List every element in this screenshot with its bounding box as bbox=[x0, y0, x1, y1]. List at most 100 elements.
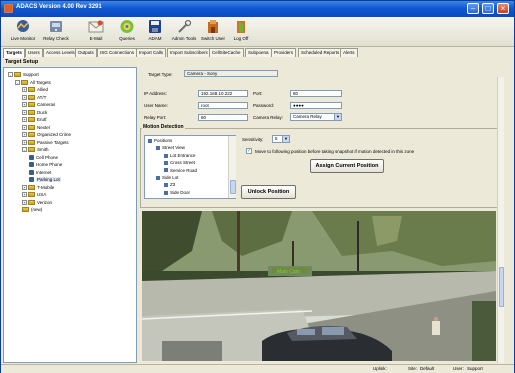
tree-node[interactable]: + Erutf bbox=[22, 116, 47, 123]
user-status-value: Support bbox=[467, 366, 483, 371]
collapse-icon[interactable]: - bbox=[15, 79, 20, 85]
port-label: Port: bbox=[253, 91, 263, 96]
tree-node-label: Parking Lot bbox=[36, 177, 61, 182]
folder-icon bbox=[28, 147, 35, 153]
expand-icon[interactable]: + bbox=[22, 132, 27, 138]
tree-node[interactable]: + Allied bbox=[22, 86, 48, 93]
tree-node[interactable]: Home Phone bbox=[29, 161, 62, 168]
tree-node[interactable]: Cell Phone bbox=[29, 154, 58, 161]
folder-icon bbox=[28, 102, 35, 108]
folder-icon bbox=[28, 139, 35, 145]
tree-node[interactable]: + Organized Crime bbox=[22, 131, 71, 138]
tree-node[interactable]: Internet bbox=[29, 169, 51, 176]
camera-snapshot-image: Main Cam bbox=[142, 211, 496, 361]
tree-node-label: Duck bbox=[37, 109, 48, 115]
relay-check-button[interactable]: Relay Check bbox=[38, 19, 74, 46]
live-monitor-icon bbox=[17, 20, 29, 32]
tab-alerts[interactable]: Alerts bbox=[340, 48, 358, 57]
expand-icon[interactable]: + bbox=[22, 109, 27, 115]
positions-scrollbar[interactable] bbox=[228, 136, 236, 198]
chevron-down-icon[interactable]: ▼ bbox=[334, 114, 341, 120]
tree-node[interactable]: + USA bbox=[22, 191, 46, 198]
sensitivity-select[interactable]: 5 ▼ bbox=[272, 135, 290, 143]
tree-node[interactable]: - All Targets bbox=[15, 79, 51, 86]
camera-relay-select[interactable]: Camera Relay ▼ bbox=[290, 113, 342, 121]
minimize-button[interactable]: – bbox=[467, 3, 479, 14]
tree-node[interactable]: Parking Lot bbox=[29, 176, 61, 183]
tree-node-label: Passive Targets bbox=[37, 139, 69, 145]
tab-outputs[interactable]: Outputs bbox=[75, 48, 97, 57]
assign-position-button[interactable]: Assign Current Position bbox=[310, 159, 384, 173]
position-node[interactable]: Positions bbox=[148, 138, 172, 143]
position-node[interactable]: Street View bbox=[156, 145, 185, 150]
folder-icon bbox=[28, 117, 35, 123]
expand-icon[interactable]: + bbox=[22, 102, 27, 108]
ip-address-input[interactable]: 192.168.10.222 bbox=[198, 90, 248, 97]
positions-tree[interactable]: Positions Street View Lot Entrance Cross St… bbox=[144, 135, 236, 199]
position-node-label: Cross Street bbox=[170, 160, 196, 166]
log-off-label: Log Off bbox=[233, 36, 249, 41]
tree-node[interactable]: + Passive Targets bbox=[22, 139, 69, 146]
tab-import-calls[interactable]: Import Calls bbox=[136, 48, 167, 57]
tree-node[interactable]: + Nextel bbox=[22, 124, 50, 131]
tree-node[interactable]: + Duck bbox=[22, 109, 47, 116]
maximize-button[interactable]: □ bbox=[482, 3, 494, 14]
tab-isg-connections[interactable]: ISG Connections bbox=[97, 48, 138, 57]
tab-users[interactable]: Users bbox=[25, 48, 43, 57]
expand-icon[interactable]: + bbox=[22, 117, 27, 123]
position-node[interactable]: Side Lot bbox=[156, 175, 179, 180]
chevron-down-icon[interactable]: ▼ bbox=[282, 136, 289, 142]
tree-node[interactable]: + Cameras bbox=[22, 101, 55, 108]
position-node[interactable]: Lot Entrance bbox=[164, 153, 196, 158]
tree-node[interactable]: - Support bbox=[8, 71, 39, 78]
tab-targets[interactable]: Targets bbox=[3, 48, 25, 58]
tab-access-levels[interactable]: Access Levels bbox=[43, 48, 78, 57]
position-node[interactable]: Z3 bbox=[164, 182, 175, 187]
password-input[interactable]: ●●●● bbox=[290, 102, 342, 109]
position-node-label: Service Road bbox=[170, 167, 198, 173]
details-scroll-thumb[interactable] bbox=[499, 267, 504, 307]
main-toolbar: Live Monitor Relay Check E-Mail Queries … bbox=[1, 17, 514, 47]
expand-icon[interactable]: + bbox=[22, 184, 27, 190]
expand-icon[interactable]: + bbox=[22, 199, 27, 205]
collapse-icon[interactable]: - bbox=[8, 72, 13, 78]
position-node[interactable]: Side Door bbox=[164, 190, 190, 195]
tab-cellsitecache[interactable]: CellSiteCache bbox=[209, 48, 244, 57]
tab-import-subscribers[interactable]: Import Subscribers bbox=[167, 48, 211, 57]
title-bar[interactable]: ADACS Version 4.00 Rev 3291 – □ × bbox=[1, 1, 514, 17]
app-window: ADACS Version 4.00 Rev 3291 – □ × Live M… bbox=[0, 0, 515, 373]
target-tree[interactable]: - Support - All Targets + Allied + AT/T + Cameras… bbox=[3, 67, 137, 363]
expand-icon[interactable]: + bbox=[22, 87, 27, 93]
expand-icon[interactable]: + bbox=[22, 124, 27, 130]
tab-providers[interactable]: Providers bbox=[271, 48, 297, 57]
positions-scroll-thumb[interactable] bbox=[230, 180, 236, 194]
user-name-input[interactable]: root bbox=[198, 102, 248, 109]
tab-scheduled-reports[interactable]: Scheduled Reports bbox=[298, 48, 343, 57]
log-off-button[interactable]: Log Off bbox=[223, 19, 259, 46]
tree-node[interactable]: - Smith bbox=[22, 146, 49, 153]
expand-icon[interactable]: + bbox=[22, 139, 27, 145]
tab-subpoena[interactable]: Subpoena bbox=[245, 48, 272, 57]
unlock-position-button[interactable]: Unlock Position bbox=[241, 185, 296, 199]
tree-node-label: Support bbox=[23, 72, 39, 77]
position-node[interactable]: Cross Street bbox=[164, 160, 195, 165]
details-scrollbar[interactable] bbox=[497, 77, 504, 363]
expand-icon[interactable]: + bbox=[22, 192, 27, 198]
close-button[interactable]: × bbox=[497, 3, 509, 14]
expand-icon[interactable]: + bbox=[22, 94, 27, 100]
live-monitor-button[interactable]: Live Monitor bbox=[5, 19, 41, 46]
folder-icon bbox=[22, 207, 29, 213]
device-icon bbox=[29, 154, 34, 160]
tree-node[interactable]: + Verizon bbox=[22, 199, 52, 206]
tree-node-label: USA bbox=[37, 192, 47, 197]
position-icon bbox=[164, 153, 168, 158]
port-input[interactable]: 80 bbox=[290, 90, 342, 97]
camera-live-view[interactable]: Main Cam bbox=[142, 211, 496, 361]
relay-port-input[interactable]: 80 bbox=[198, 114, 248, 121]
move-position-checkbox[interactable]: ✓ bbox=[246, 148, 252, 154]
position-node[interactable]: Service Road bbox=[164, 168, 197, 173]
collapse-icon[interactable]: - bbox=[22, 147, 27, 153]
tree-node[interactable]: + T-Mobile bbox=[22, 184, 54, 191]
tree-node[interactable]: (new) bbox=[22, 206, 42, 213]
tree-node[interactable]: + AT/T bbox=[22, 94, 46, 101]
